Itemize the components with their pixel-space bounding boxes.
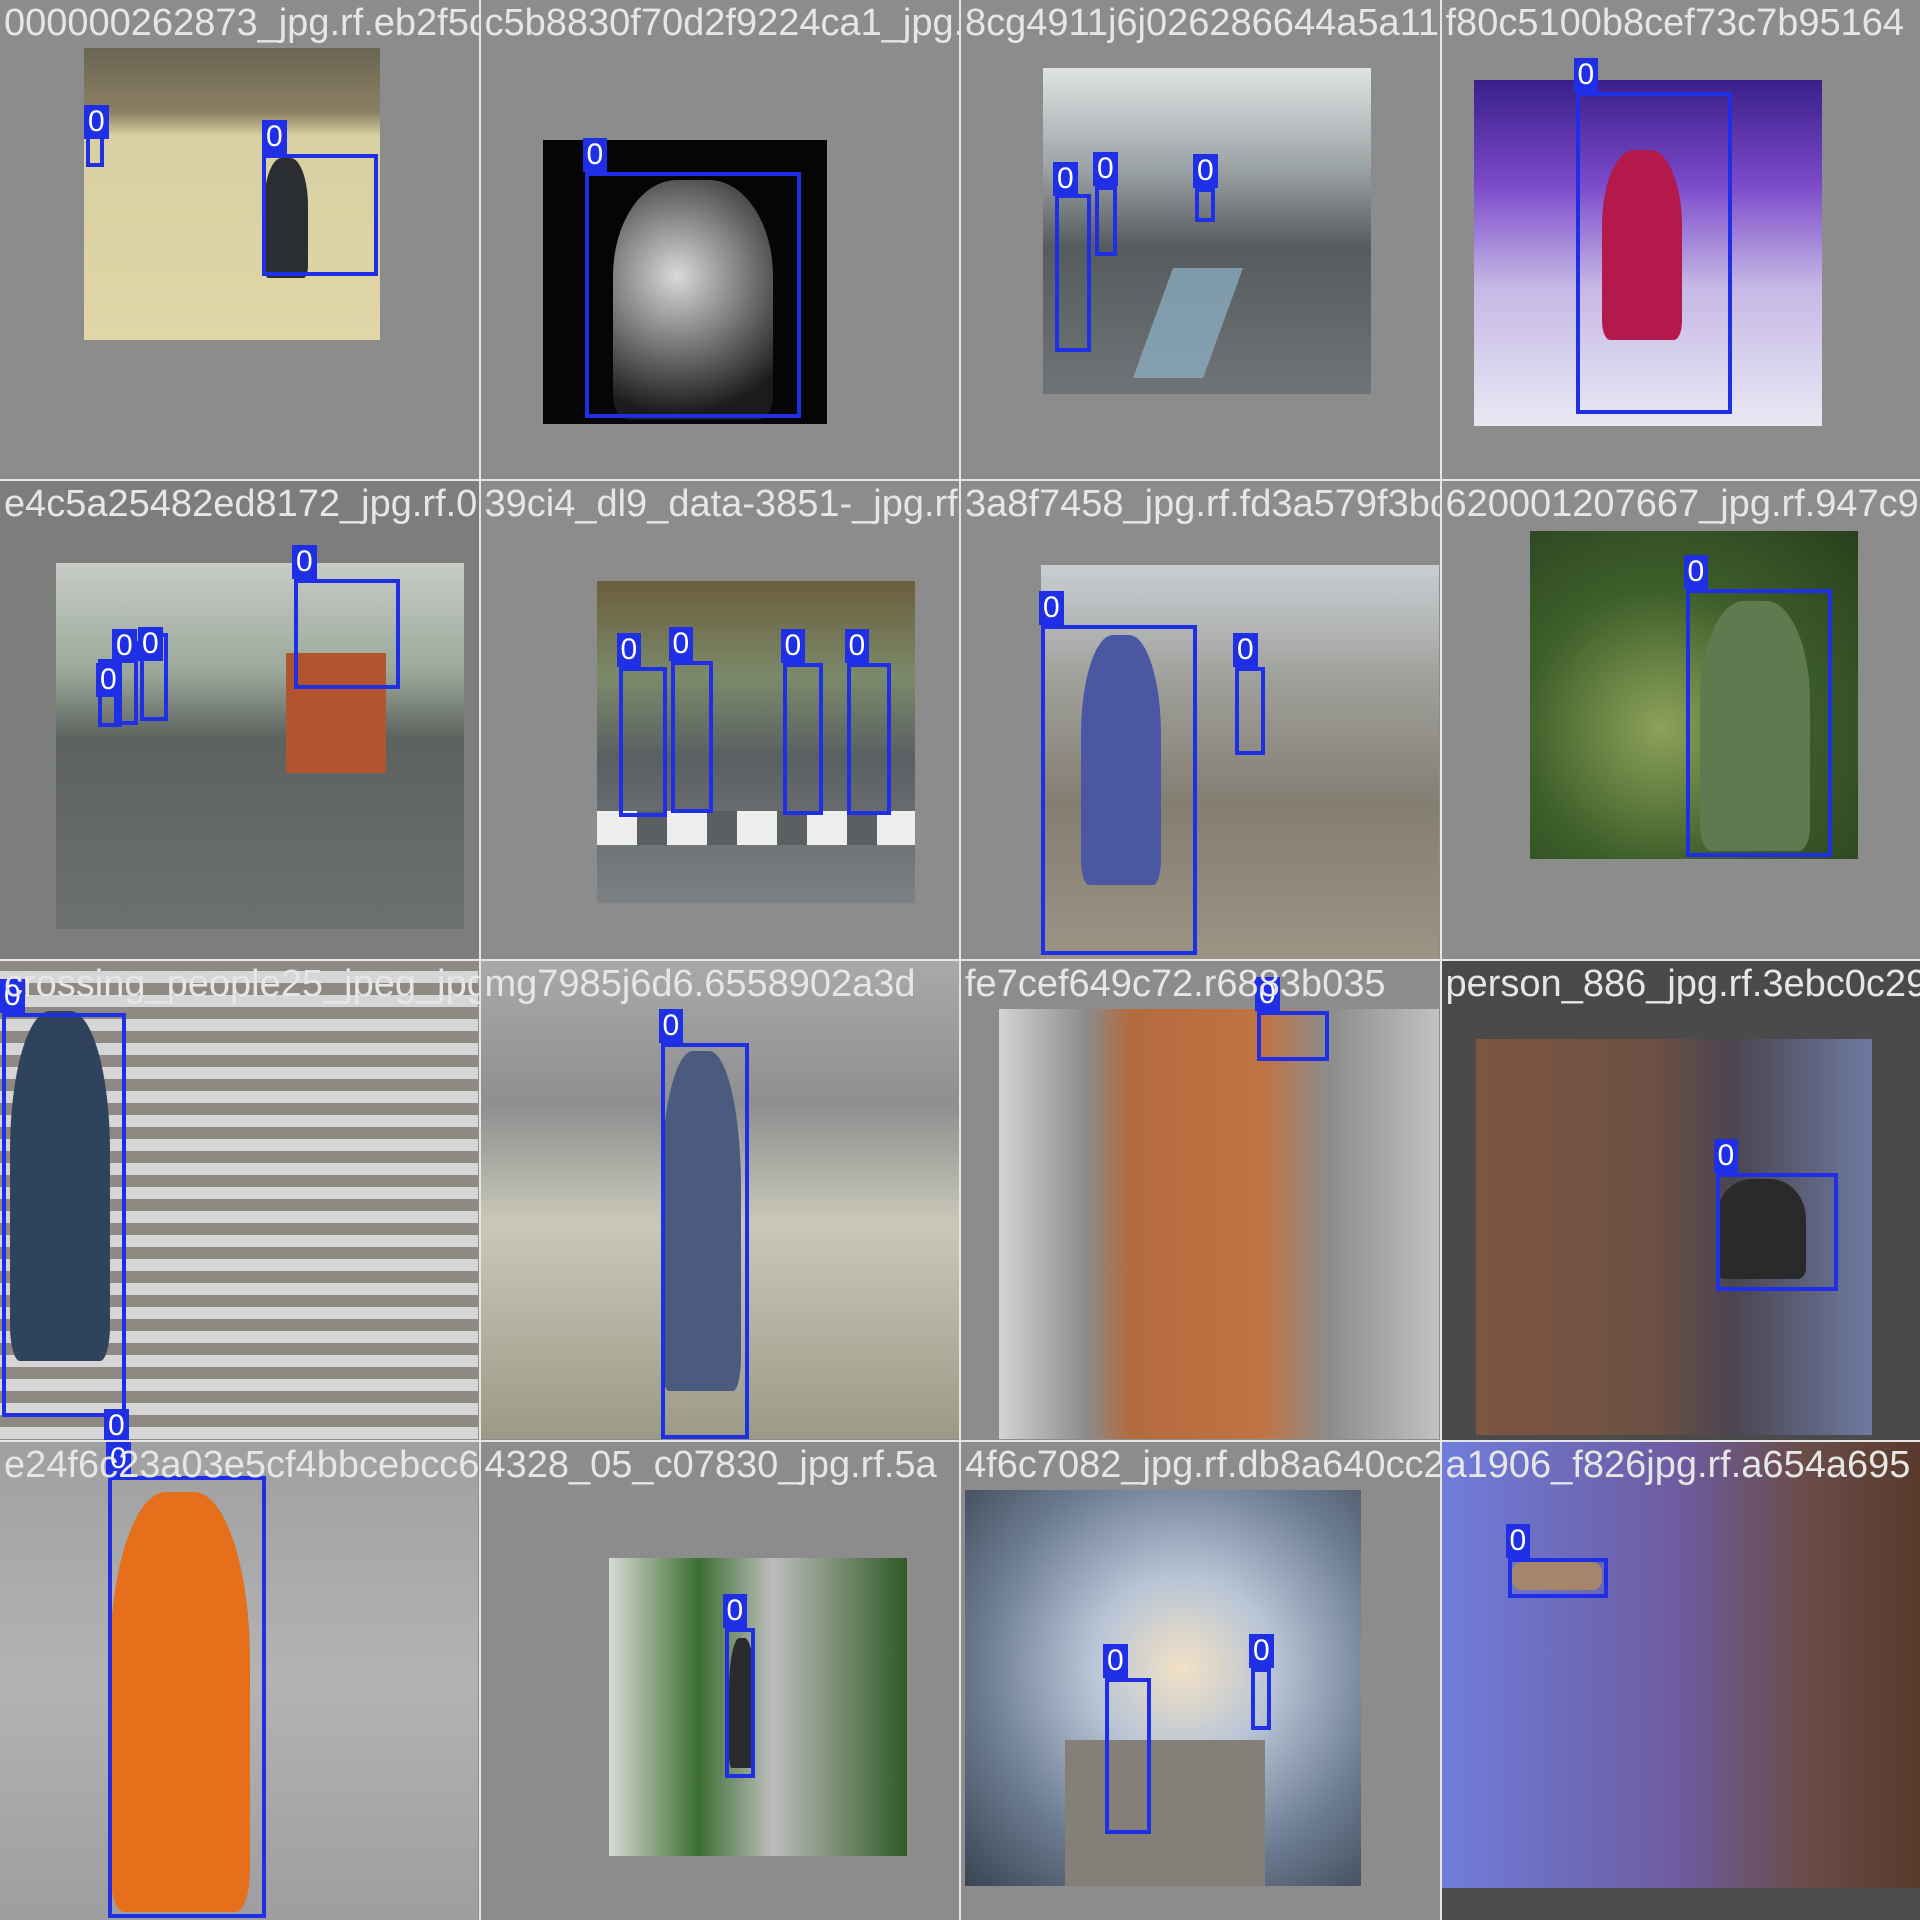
class-label: 0: [1193, 154, 1218, 188]
bus-lane-marking: [1132, 268, 1244, 378]
class-label: 0: [1573, 58, 1599, 92]
tile-photo: [608, 1557, 907, 1856]
detection-box: [262, 154, 378, 276]
tile-filename: e4c5a25482ed8172_jpg.rf.0: [4, 482, 478, 525]
class-label: 0: [292, 544, 317, 579]
detection-box: [2, 1013, 126, 1417]
class-label: 0: [1093, 152, 1118, 186]
class-label: 0: [668, 626, 694, 661]
class-label: 0: [1505, 1523, 1531, 1558]
tile-14: 0 4328_05_c07830_jpg.rf.5a: [480, 1441, 959, 1920]
tile-photo: [999, 1009, 1439, 1439]
tile-10: 0 mg7985j6d6.6558902a3d: [480, 961, 959, 1440]
detection-box: [584, 172, 801, 418]
tile-filename: crossing_people25_jpeg_jpg: [4, 963, 479, 1005]
tile-filename: 8cg4911j6j026286644a5a11: [965, 2, 1440, 44]
tile-8: 0 620001207667_jpg.rf.947c9: [1441, 480, 1920, 959]
tile-filename: 000000262873_jpg.rf.eb2f5c: [4, 2, 479, 44]
detection-box: [1685, 588, 1832, 857]
tile-filename: a1906_f826jpg.rf.a654a695: [1445, 1443, 1911, 1486]
tile-filename: fe7cef649c72.r6883b035: [965, 963, 1386, 1005]
class-label: 0: [96, 662, 121, 697]
class-label: 0: [1713, 1139, 1739, 1173]
detection-box: [108, 1475, 266, 1918]
detection-box: [1507, 1557, 1608, 1598]
class-label: 0: [1103, 1643, 1128, 1678]
class-label: 0: [112, 628, 137, 663]
detection-box: [1105, 1677, 1151, 1834]
class-label: 0: [582, 138, 608, 172]
detection-box: [1257, 1011, 1329, 1061]
tile-filename: c5b8830f70d2f9224ca1_jpg.rf.a3: [484, 2, 960, 44]
detection-box: [1715, 1173, 1838, 1291]
detection-box: [1095, 186, 1117, 256]
tile-12: 0 person_886_jpg.rf.3ebc0c29: [1441, 961, 1920, 1440]
detection-box: [1055, 194, 1091, 352]
tile-13: 0 e24f6c23a03e5cf4bbcebcc6: [0, 1441, 479, 1920]
tile-filename: person_886_jpg.rf.3ebc0c29: [1445, 963, 1920, 1005]
tile-3: 0 0 0 8cg4911j6j026286644a5a11: [961, 0, 1440, 479]
tile-filename: 3a8f7458_jpg.rf.fd3a579f3bd: [965, 482, 1440, 525]
class-label: 0: [84, 105, 109, 139]
detection-mosaic: 0 0 000000262873_jpg.rf.eb2f5c 0 c5b8830…: [0, 0, 1920, 1920]
class-label: 0: [844, 628, 870, 663]
tile-16: 0 a1906_f826jpg.rf.a654a695: [1441, 1441, 1920, 1920]
detection-box: [670, 660, 713, 813]
detection-box: [782, 662, 823, 815]
tile-filename: 4f6c7082_jpg.rf.db8a640cc2: [965, 1443, 1440, 1486]
tile-photo: [965, 1489, 1361, 1886]
class-label: 0: [616, 632, 642, 667]
walkway: [1065, 1739, 1265, 1886]
tile-2: 0 c5b8830f70d2f9224ca1_jpg.rf.a3: [480, 0, 960, 479]
tile-6: 0 0 0 0 39ci4_dl9_data-3851-_jpg.rf.c: [480, 480, 960, 959]
class-label: 0: [1053, 162, 1078, 196]
class-label: 0: [658, 1009, 684, 1043]
tile-photo: [56, 562, 464, 929]
class-label: 0: [1233, 632, 1258, 667]
class-label: 0: [1039, 590, 1064, 625]
tile-9: 0 0 crossing_people25_jpeg_jpg: [0, 961, 479, 1440]
tile-filename: e24f6c23a03e5cf4bbcebcc6: [4, 1443, 479, 1486]
class-label: 0: [1683, 554, 1709, 589]
tile-1: 0 0 000000262873_jpg.rf.eb2f5c: [0, 0, 479, 479]
detection-box: [846, 662, 891, 815]
tile-5: 0 0 0 0 e4c5a25482ed8172_jpg.rf.0: [0, 480, 479, 959]
tile-11: 0 fe7cef649c72.r6883b035: [961, 961, 1440, 1440]
detection-box: [1251, 1667, 1271, 1730]
tile-filename: 4328_05_c07830_jpg.rf.5a: [484, 1443, 937, 1486]
class-label: 0: [780, 628, 806, 663]
tile-filename: f80c5100b8cef73c7b95164: [1445, 2, 1905, 44]
detection-box: [1041, 624, 1197, 955]
tile-7: 0 0 3a8f7458_jpg.rf.fd3a579f3bd: [961, 480, 1440, 959]
tile-filename: 39ci4_dl9_data-3851-_jpg.rf.c: [484, 482, 960, 525]
class-label: 0: [722, 1593, 748, 1628]
tile-photo: [1441, 1441, 1920, 1888]
detection-box: [1235, 666, 1265, 755]
detection-box: [618, 666, 667, 817]
tile-filename: mg7985j6d6.6558902a3d: [484, 963, 916, 1005]
detection-box: [1575, 92, 1732, 414]
class-label: 0: [138, 626, 163, 661]
detection-box: [724, 1627, 755, 1778]
tile-photo: [1043, 68, 1371, 394]
detection-box: [294, 578, 400, 689]
tile-15: 0 0 4f6c7082_jpg.rf.db8a640cc2: [961, 1441, 1440, 1920]
class-label: 0: [104, 1409, 129, 1440]
detection-box: [660, 1043, 749, 1439]
class-label: 0: [262, 120, 287, 154]
tile-filename: 620001207667_jpg.rf.947c9: [1445, 482, 1919, 525]
class-label: 0: [1249, 1633, 1274, 1668]
detection-box: [1195, 188, 1215, 222]
tile-4: 0 f80c5100b8cef73c7b95164: [1441, 0, 1920, 479]
